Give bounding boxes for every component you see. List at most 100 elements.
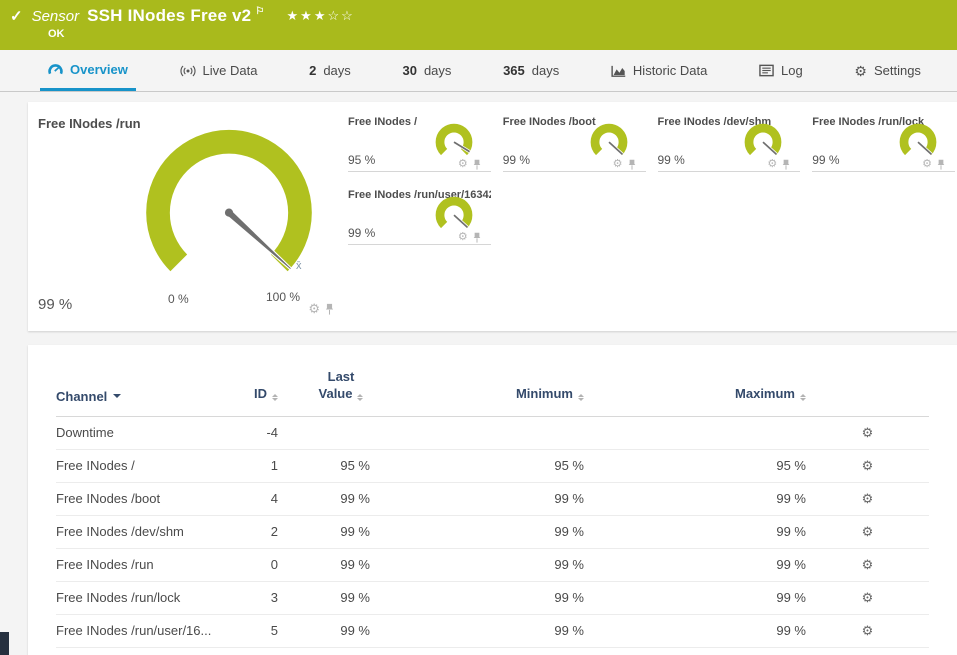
mean-marker: x̄	[296, 260, 302, 272]
mini-gauge	[744, 123, 782, 156]
tab-label: days	[323, 63, 351, 78]
tab-label: Settings	[873, 63, 921, 78]
column-header-id[interactable]: ID	[246, 345, 278, 417]
pin-icon[interactable]	[937, 159, 945, 170]
tab-overview[interactable]: Overview	[40, 50, 136, 91]
priority-stars[interactable]: ★★★☆☆	[287, 8, 355, 24]
channel-last-value	[278, 416, 370, 450]
channel-name[interactable]: Downtime	[56, 416, 246, 450]
content-area: Free INodes /run x̄ 0 % 100 % 99 % ⚙ Fre…	[0, 92, 957, 655]
column-header-maximum[interactable]: Maximum	[584, 345, 806, 417]
tab-2-days[interactable]: 2 days	[301, 50, 359, 91]
sort-icon	[357, 391, 364, 404]
channel-last-value: 99 %	[278, 614, 370, 648]
mini-gauge-value: 99 %	[657, 153, 685, 167]
channel-minimum: 99 %	[370, 548, 584, 582]
column-header-minimum[interactable]: Minimum	[370, 345, 584, 417]
tab-live-data[interactable]: Live Data	[172, 50, 266, 91]
channel-settings-icon[interactable]: ⚙	[862, 524, 874, 539]
tab-number: 2	[309, 63, 317, 78]
channel-name[interactable]: Free INodes /run	[56, 548, 246, 582]
mini-gauge-value: 99 %	[502, 153, 531, 167]
channel-maximum: 95 %	[584, 449, 806, 483]
channel-settings-icon[interactable]: ⚙	[862, 458, 874, 473]
channel-gear-icon[interactable]: ⚙	[308, 302, 320, 315]
sort-icon	[578, 391, 584, 404]
gauge-title: Free INodes /run	[38, 116, 141, 131]
channel-table: Channel ID Last Value Minimum Maximum Do…	[56, 345, 929, 648]
tab-365-days[interactable]: 365 days	[495, 50, 567, 91]
column-header-channel[interactable]: Channel	[56, 345, 246, 417]
table-row[interactable]: Free INodes /run 0 99 % 99 % 99 % ⚙	[56, 548, 929, 582]
channel-name[interactable]: Free INodes /dev/shm	[56, 515, 246, 549]
channel-gear-icon[interactable]: ⚙	[767, 159, 777, 170]
log-icon	[759, 64, 774, 77]
pin-icon[interactable]	[473, 232, 481, 243]
channel-name[interactable]: Free INodes /run/lock	[56, 581, 246, 615]
mini-gauge-title: Free INodes /	[348, 116, 418, 128]
channel-last-value: 99 %	[278, 515, 370, 549]
channel-settings-icon[interactable]: ⚙	[862, 557, 874, 572]
pin-icon[interactable]	[325, 303, 334, 315]
tab-settings[interactable]: ⚙ Settings	[846, 50, 929, 91]
overview-gauges-card: Free INodes /run x̄ 0 % 100 % 99 % ⚙ Fre…	[28, 102, 957, 331]
channel-maximum	[584, 416, 806, 450]
channel-maximum: 99 %	[584, 614, 806, 648]
channel-gear-icon[interactable]: ⚙	[458, 232, 468, 243]
sort-icon	[272, 391, 278, 404]
table-row[interactable]: Free INodes /run/lock 3 99 % 99 % 99 % ⚙	[56, 581, 929, 615]
mini-gauge-cell: Free INodes /run/lock 99 % ⚙	[812, 108, 955, 172]
historic-chart-icon	[611, 65, 626, 77]
channel-settings-icon[interactable]: ⚙	[862, 623, 874, 638]
tab-number: 365	[503, 63, 525, 78]
channel-name[interactable]: Free INodes /boot	[56, 482, 246, 516]
table-row[interactable]: Free INodes /dev/shm 2 99 % 99 % 99 % ⚙	[56, 515, 929, 549]
channel-settings-icon[interactable]: ⚙	[862, 590, 874, 605]
tab-label: days	[531, 63, 560, 78]
empty-cell	[658, 181, 801, 245]
gear-icon: ⚙	[854, 62, 867, 79]
channel-id: 0	[246, 548, 278, 582]
mini-gauge	[899, 123, 937, 156]
channel-maximum: 99 %	[584, 482, 806, 516]
mini-gauge	[435, 196, 473, 229]
empty-cell	[503, 181, 646, 245]
channel-id: -4	[246, 416, 278, 450]
table-row[interactable]: Free INodes / 1 95 % 95 % 95 % ⚙	[56, 449, 929, 483]
channel-gear-icon[interactable]: ⚙	[458, 159, 468, 170]
pin-icon[interactable]	[473, 159, 481, 170]
gauge-icon	[48, 64, 63, 75]
channel-last-value: 99 %	[278, 581, 370, 615]
mini-gauge	[590, 123, 627, 156]
mini-gauge-value: 99 %	[812, 153, 840, 167]
channel-settings-icon[interactable]: ⚙	[862, 491, 874, 506]
mini-gauge-cell: Free INodes /run/user/16342... 99 % ⚙	[348, 181, 491, 245]
pin-icon[interactable]	[628, 159, 636, 170]
viewport-corner-fragment	[0, 632, 9, 655]
channel-name[interactable]: Free INodes /run/user/16...	[56, 614, 246, 648]
sort-desc-icon	[113, 393, 122, 402]
channel-name[interactable]: Free INodes /	[56, 449, 246, 483]
tab-30-days[interactable]: 30 days	[394, 50, 459, 91]
channel-maximum: 99 %	[584, 548, 806, 582]
table-row[interactable]: Free INodes /boot 4 99 % 99 % 99 % ⚙	[56, 482, 929, 516]
channel-gear-icon[interactable]: ⚙	[922, 159, 932, 170]
channel-id: 5	[246, 614, 278, 648]
pin-icon[interactable]	[782, 159, 790, 170]
channel-id: 1	[246, 449, 278, 483]
column-header-last-value[interactable]: Last Value	[278, 345, 370, 417]
table-row[interactable]: Free INodes /run/user/16... 5 99 % 99 % …	[56, 614, 929, 648]
tab-bar: Overview Live Data 2 days 30 days 365 da…	[0, 50, 957, 92]
flag-icon[interactable]: ⚐	[255, 6, 264, 17]
tab-historic-data[interactable]: Historic Data	[603, 50, 715, 91]
channel-settings-icon[interactable]: ⚙	[862, 425, 874, 440]
table-row[interactable]: Downtime -4 ⚙	[56, 416, 929, 450]
column-label: Maximum	[735, 385, 795, 401]
column-header-actions	[806, 345, 929, 417]
tab-log[interactable]: Log	[751, 50, 811, 91]
channel-last-value: 99 %	[278, 482, 370, 516]
tab-label: Historic Data	[632, 63, 708, 78]
live-data-icon	[179, 65, 196, 76]
channel-gear-icon[interactable]: ⚙	[613, 159, 623, 170]
column-label: Minimum	[515, 385, 573, 401]
